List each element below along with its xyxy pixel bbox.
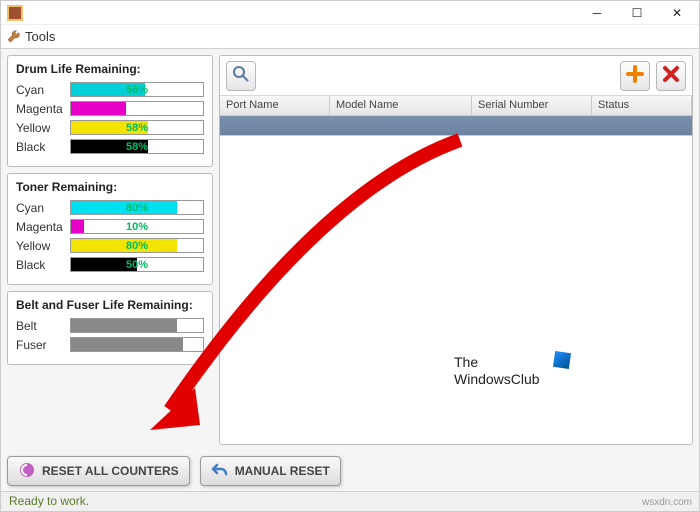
- sidebar: Drum Life Remaining: Cyan 56% Magenta Ye…: [7, 55, 213, 445]
- progress-bar: 58%: [70, 120, 204, 135]
- status-bar: Ready to work.: [1, 491, 699, 511]
- column-model[interactable]: Model Name: [330, 96, 472, 115]
- minimize-button[interactable]: ─: [577, 3, 617, 23]
- column-port[interactable]: Port Name: [220, 96, 330, 115]
- footer-buttons: RESET ALL COUNTERS MANUAL RESET: [1, 451, 699, 491]
- drum-row-magenta: Magenta: [16, 101, 204, 116]
- menu-tools[interactable]: Tools: [25, 29, 55, 44]
- wrench-icon: [7, 30, 21, 44]
- progress-bar: 10%: [70, 219, 204, 234]
- progress-bar: [70, 337, 204, 352]
- watermark-text: The WindowsClub: [454, 354, 540, 388]
- manual-reset-button[interactable]: MANUAL RESET: [200, 456, 341, 486]
- toner-row-yellow: Yellow 80%: [16, 238, 204, 253]
- reset-all-counters-button[interactable]: RESET ALL COUNTERS: [7, 456, 190, 486]
- add-button[interactable]: [620, 61, 650, 91]
- content-area: Drum Life Remaining: Cyan 56% Magenta Ye…: [1, 49, 699, 451]
- toner-row-magenta: Magenta 10%: [16, 219, 204, 234]
- progress-bar: 80%: [70, 238, 204, 253]
- toolbar: [220, 56, 692, 96]
- watermark-logo-icon: [553, 351, 571, 369]
- maximize-button[interactable]: ☐: [617, 3, 657, 23]
- menubar: Tools: [1, 25, 699, 49]
- toner-row-black: Black 50%: [16, 257, 204, 272]
- progress-bar: [70, 101, 204, 116]
- app-icon: [7, 5, 23, 21]
- column-serial[interactable]: Serial Number: [472, 96, 592, 115]
- progress-bar: 56%: [70, 82, 204, 97]
- drum-row-black: Black 58%: [16, 139, 204, 154]
- toner-panel-title: Toner Remaining:: [16, 180, 204, 194]
- progress-bar: 58%: [70, 139, 204, 154]
- toner-panel: Toner Remaining: Cyan 80% Magenta 10% Ye…: [7, 173, 213, 285]
- progress-bar: 80%: [70, 200, 204, 215]
- belt-panel: Belt and Fuser Life Remaining: Belt Fuse…: [7, 291, 213, 365]
- progress-bar: 50%: [70, 257, 204, 272]
- search-button[interactable]: [226, 61, 256, 91]
- drum-panel-title: Drum Life Remaining:: [16, 62, 204, 76]
- drum-row-yellow: Yellow 58%: [16, 120, 204, 135]
- close-button[interactable]: ✕: [657, 3, 697, 23]
- reset-icon: [18, 461, 36, 482]
- search-icon: [232, 65, 250, 86]
- delete-button[interactable]: [656, 61, 686, 91]
- titlebar: ─ ☐ ✕: [1, 1, 699, 25]
- belt-row: Belt: [16, 318, 204, 333]
- table-header: Port Name Model Name Serial Number Statu…: [220, 96, 692, 116]
- toner-row-cyan: Cyan 80%: [16, 200, 204, 215]
- drum-panel: Drum Life Remaining: Cyan 56% Magenta Ye…: [7, 55, 213, 167]
- table-row[interactable]: [220, 116, 692, 136]
- undo-icon: [211, 461, 229, 482]
- app-window: ─ ☐ ✕ Tools Drum Life Remaining: Cyan 56…: [0, 0, 700, 512]
- fuser-row: Fuser: [16, 337, 204, 352]
- progress-bar: [70, 318, 204, 333]
- x-icon: [662, 65, 680, 86]
- belt-panel-title: Belt and Fuser Life Remaining:: [16, 298, 204, 312]
- source-watermark: wsxdn.com: [642, 497, 692, 508]
- column-status[interactable]: Status: [592, 96, 692, 115]
- drum-row-cyan: Cyan 56%: [16, 82, 204, 97]
- plus-icon: [626, 65, 644, 86]
